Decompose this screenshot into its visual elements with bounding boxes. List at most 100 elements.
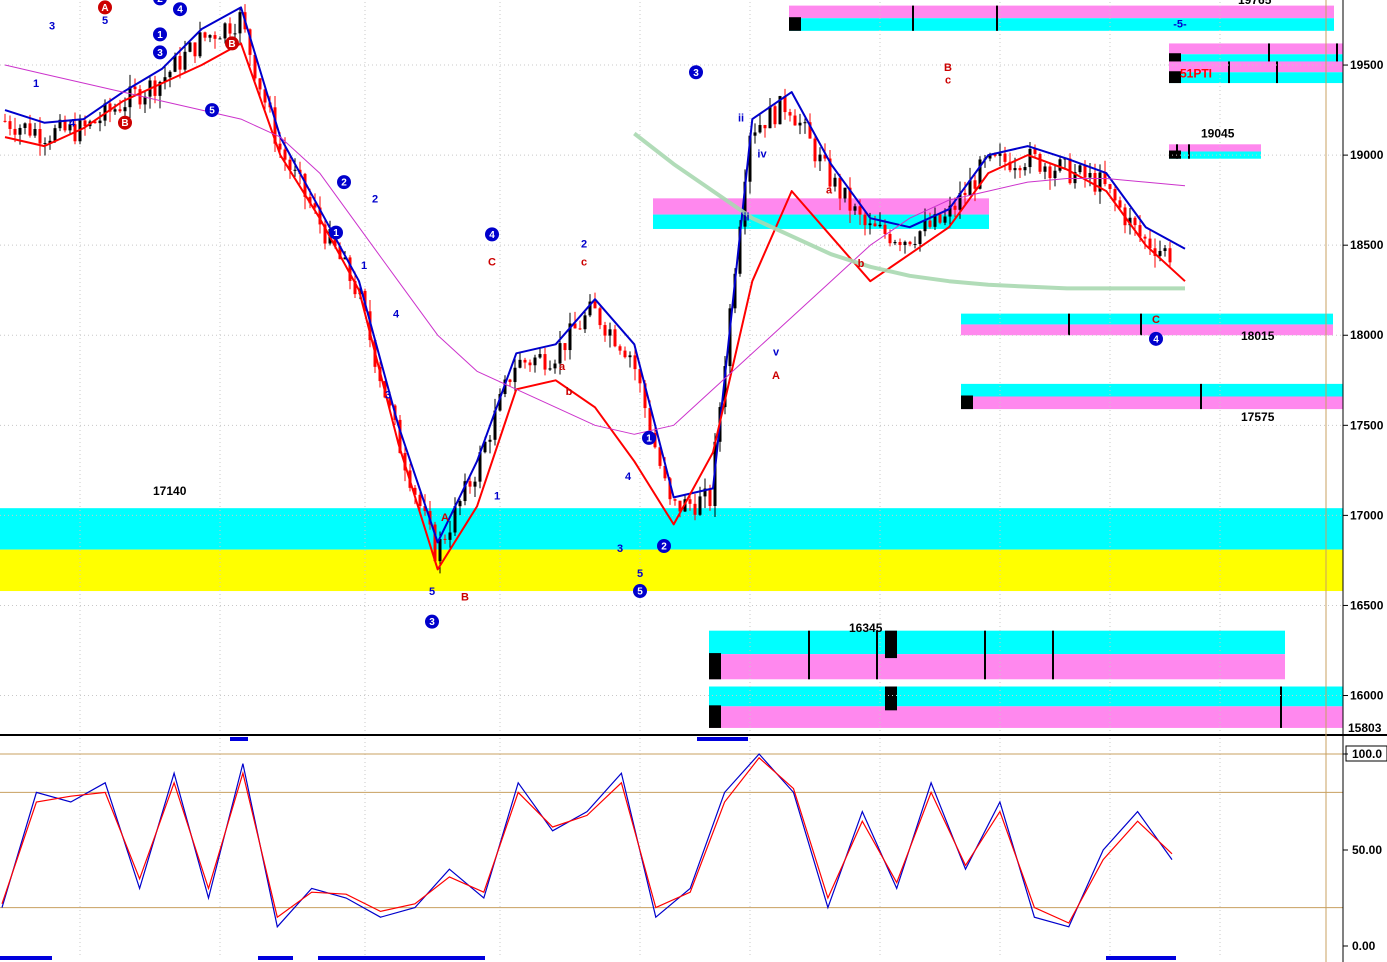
level-box-6 <box>961 383 1343 410</box>
candle-body <box>118 109 122 112</box>
level-boxes: -5- 51PTI <box>653 5 1343 728</box>
level-box-marker <box>885 686 897 711</box>
candle-body <box>1003 153 1007 162</box>
candle-body <box>508 379 512 383</box>
wave-label-5: 5 <box>633 584 647 599</box>
wave-label-text: B <box>121 118 128 129</box>
y-tick-label-last: 15803 <box>1348 721 1382 735</box>
level-box-marker <box>961 395 973 410</box>
wave-label-text: B <box>461 591 469 603</box>
wave-label-text: C <box>488 256 496 268</box>
wave-label-text: 1 <box>157 30 163 41</box>
wave-label-text: iii <box>740 211 749 223</box>
candle-body <box>753 132 757 136</box>
wave-label-text: 2 <box>341 178 347 189</box>
wave-label-text: 5 <box>429 586 435 598</box>
candle-body <box>518 359 522 368</box>
candle <box>1023 163 1027 176</box>
candle <box>208 34 212 43</box>
wave-label-2: 2 <box>581 238 587 250</box>
level-box-band-a <box>709 686 1343 707</box>
candle-body <box>868 223 872 226</box>
candle <box>238 7 242 46</box>
candle-body <box>1038 154 1042 172</box>
wave-label-text: 4 <box>489 230 495 241</box>
y-tick-label-2: 18500 <box>1350 238 1384 252</box>
wave-label-text: iv <box>757 148 767 160</box>
wave-label-1: 1 <box>329 225 343 240</box>
candle-body <box>878 224 882 227</box>
candle-body <box>858 206 862 215</box>
candle-body <box>1018 168 1022 171</box>
candle-body <box>203 32 207 38</box>
wave-label-iv: iv <box>757 148 767 160</box>
candle-body <box>53 128 57 141</box>
level-box-band-a <box>961 383 1343 397</box>
y-tick-label-1: 19000 <box>1350 148 1384 162</box>
candle-body <box>123 107 127 112</box>
candle <box>673 498 677 506</box>
level-box-band-a <box>709 630 1285 655</box>
wave-label-4: 4 <box>485 227 499 242</box>
wave-label-text: b <box>566 386 573 398</box>
candle-body <box>928 220 932 227</box>
wave-label-text: 1 <box>494 491 500 503</box>
candle-body <box>228 23 232 34</box>
candle-body <box>673 499 677 501</box>
candle <box>138 85 142 109</box>
level-box-3 <box>1169 144 1261 159</box>
candle <box>1168 242 1172 268</box>
level-box-marker <box>709 653 721 680</box>
wave-label-iii: iii <box>740 211 749 223</box>
candle-body <box>593 301 597 309</box>
candle-body <box>603 325 607 336</box>
candle-body <box>1058 159 1062 171</box>
candle-body <box>1088 172 1092 178</box>
candle <box>488 435 492 454</box>
wave-label-c: c <box>945 74 951 86</box>
wave-label-text: 2 <box>157 0 163 5</box>
wave-label-text: B <box>228 39 235 50</box>
candle-body <box>138 89 142 105</box>
candle <box>508 378 512 387</box>
candle <box>1043 163 1047 180</box>
candle <box>1038 152 1042 175</box>
wave-label-text: 5 <box>102 15 108 27</box>
candle <box>523 357 527 369</box>
wave-label-b: b <box>566 386 573 398</box>
period-marker-0 <box>230 737 248 741</box>
candle-body <box>1053 170 1057 179</box>
candle <box>803 118 807 134</box>
candle-body <box>813 138 817 162</box>
wave-label-text: 1 <box>33 78 39 90</box>
candle-body <box>223 23 227 39</box>
candle-body <box>443 538 447 540</box>
candle <box>533 354 537 373</box>
wave-label-text: A <box>101 3 108 14</box>
candle <box>813 134 817 168</box>
candle-body <box>913 243 917 245</box>
candle-body <box>468 481 472 487</box>
level-box-marker <box>709 705 721 728</box>
candle <box>613 324 617 348</box>
candle-body <box>238 12 242 34</box>
candle-body <box>1108 184 1112 190</box>
y-tick-label-0: 19500 <box>1350 58 1384 72</box>
wave-label-B: B <box>118 115 132 130</box>
candle <box>8 115 12 136</box>
y-tick-label-3: 18000 <box>1350 328 1384 342</box>
candle <box>793 109 797 126</box>
zone-1 <box>0 549 1343 592</box>
candle-body <box>888 233 892 244</box>
level-box-marker <box>789 17 801 31</box>
candle-body <box>458 501 462 507</box>
candle-body <box>963 192 967 195</box>
candle-body <box>803 122 807 124</box>
wave-label-5: 5 <box>429 586 435 598</box>
wave-label-text: 5 <box>637 568 643 580</box>
candle-body <box>863 214 867 226</box>
candle-body <box>608 329 612 336</box>
wave-label-text: 3 <box>617 543 623 555</box>
candle-body <box>548 368 552 370</box>
osc-tick-label-2: 0.00 <box>1352 939 1376 953</box>
